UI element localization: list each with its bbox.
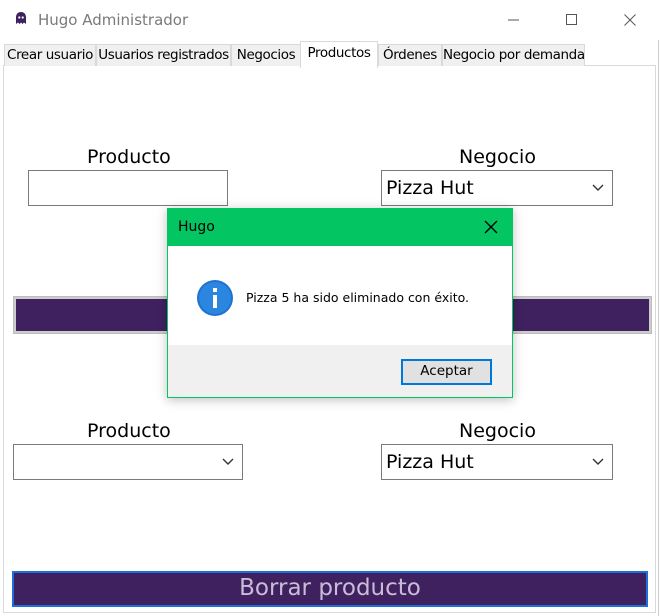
product-name-input[interactable] xyxy=(28,170,228,206)
close-icon xyxy=(624,14,636,26)
tab-usuarios-registrados[interactable]: Usuarios registrados xyxy=(96,44,231,67)
product-label-bottom: Producto xyxy=(87,420,171,442)
window-title: Hugo Administrador xyxy=(38,11,189,29)
dialog-title-bar: Hugo xyxy=(168,209,512,246)
dialog-message: Pizza 5 ha sido eliminado con éxito. xyxy=(246,290,469,305)
chevron-down-icon xyxy=(592,458,604,465)
dialog-body: Pizza 5 ha sido eliminado con éxito. xyxy=(168,246,512,345)
business-select-top[interactable]: Pizza Hut xyxy=(381,170,613,206)
business-select-bottom-value: Pizza Hut xyxy=(386,451,474,473)
minimize-icon xyxy=(508,19,519,21)
close-window-button[interactable] xyxy=(601,0,659,40)
product-label-top: Producto xyxy=(87,146,171,168)
chevron-down-icon xyxy=(592,184,604,191)
business-select-bottom[interactable]: Pizza Hut xyxy=(381,444,613,480)
tab-crear-usuario[interactable]: Crear usuario xyxy=(4,44,96,67)
tab-productos[interactable]: Productos xyxy=(300,41,378,68)
maximize-button[interactable] xyxy=(543,0,601,40)
info-icon xyxy=(197,280,233,316)
dialog-close-icon[interactable] xyxy=(484,220,498,234)
product-select-bottom[interactable] xyxy=(13,444,243,480)
ghost-icon xyxy=(16,12,26,24)
ok-button[interactable]: Aceptar xyxy=(401,359,492,385)
delete-product-button[interactable]: Borrar producto xyxy=(11,570,649,608)
business-select-top-value: Pizza Hut xyxy=(386,177,474,199)
message-dialog: Hugo Pizza 5 ha sido eliminado con éxito… xyxy=(167,208,513,398)
maximize-icon xyxy=(566,14,577,25)
tab-negocio-por-demanda[interactable]: Negocio por demanda xyxy=(442,44,585,67)
minimize-button[interactable] xyxy=(485,0,543,40)
business-label-top: Negocio xyxy=(459,146,536,168)
tab-negocios[interactable]: Negocios xyxy=(231,44,301,67)
tab-ordenes[interactable]: Órdenes xyxy=(378,44,442,67)
chevron-down-icon xyxy=(222,458,234,465)
business-label-bottom: Negocio xyxy=(459,420,536,442)
title-bar: Hugo Administrador xyxy=(0,0,659,40)
app-window: Hugo Administrador Crear usuario Usuario… xyxy=(0,0,659,616)
tab-strip: Crear usuario Usuarios registrados Negoc… xyxy=(3,41,656,68)
dialog-title: Hugo xyxy=(178,219,215,235)
